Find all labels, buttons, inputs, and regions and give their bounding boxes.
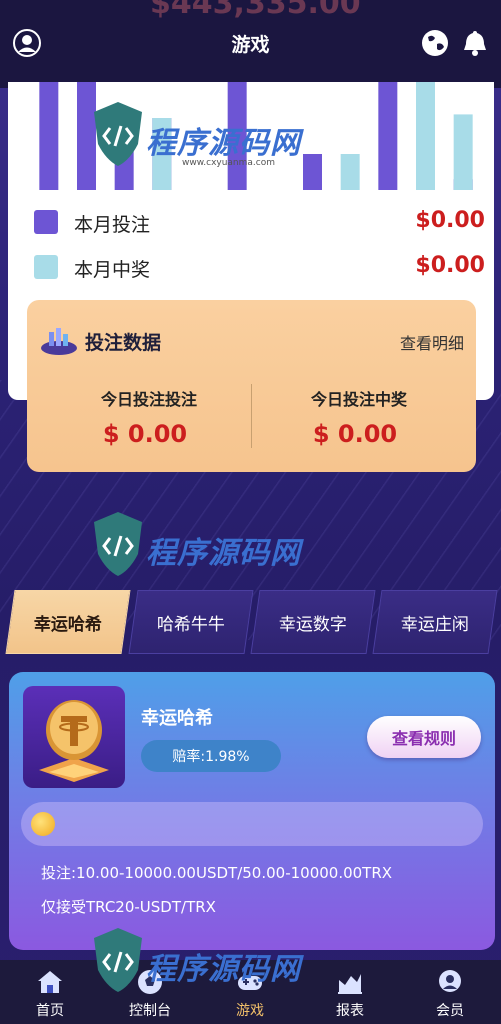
nav-home[interactable]: 首页 xyxy=(0,960,100,1024)
watermark: 程序源码网 xyxy=(90,508,310,598)
legend-row-win: 本月中奖 $0.00 xyxy=(34,253,489,283)
nav-label: 首页 xyxy=(36,1003,64,1019)
chart-bar xyxy=(453,114,473,190)
today-win-label: 今日投注中奖 xyxy=(310,390,407,409)
today-win-value: $ 0.00 xyxy=(312,420,398,448)
bet-data-title: 投注数据 xyxy=(85,332,162,354)
view-rules-button[interactable]: 查看规则 xyxy=(367,716,481,758)
game-card: 幸运哈希 赔率:1.98% 查看规则 投注:10.00-10000.00USDT… xyxy=(9,672,495,950)
tab-lucky-banker[interactable]: 幸运庄闲 xyxy=(372,590,498,654)
legend-label-bet: 本月投注 xyxy=(74,214,151,236)
tab-label: 幸运庄闲 xyxy=(401,614,469,635)
chart-bar xyxy=(378,82,398,190)
watermark-text: 程序源码网 xyxy=(146,126,301,161)
shield-icon xyxy=(94,512,142,576)
watermark-url: www.cxyuanma.com xyxy=(182,158,276,168)
tether-coin-thumbnail xyxy=(23,686,125,788)
view-details-link[interactable]: 查看明细 xyxy=(400,330,464,354)
tab-lucky-hash[interactable]: 幸运哈希 xyxy=(5,590,131,654)
odds-badge: 赔率:1.98% xyxy=(141,740,281,772)
tab-lucky-number[interactable]: 幸运数字 xyxy=(250,590,376,654)
bet-divider xyxy=(251,384,252,448)
nav-label: 报表 xyxy=(336,1003,364,1019)
game-tabs: 幸运哈希 哈希牛牛 幸运数字 幸运庄闲 xyxy=(0,590,501,654)
chart-bar xyxy=(340,154,360,190)
legend-value-win: $0.00 xyxy=(415,253,485,278)
bell-icon[interactable] xyxy=(460,28,490,58)
globe-icon[interactable] xyxy=(420,28,450,58)
legend-value-bet: $0.00 xyxy=(415,208,485,233)
coin-icon xyxy=(31,812,55,836)
nav-reports[interactable]: 报表 xyxy=(300,960,400,1024)
chart-bar xyxy=(39,82,59,190)
app-header: $443,335.00 游戏 xyxy=(0,0,501,88)
shield-icon xyxy=(94,928,142,992)
legend-swatch-bet xyxy=(34,210,58,234)
tab-hash-niuniu[interactable]: 哈希牛牛 xyxy=(128,590,254,654)
bet-data-card: 投注数据 查看明细 今日投注投注 $ 0.00 今日投注中奖 $ 0.00 xyxy=(27,300,476,472)
legend-row-bet: 本月投注 $0.00 xyxy=(34,208,489,238)
bet-stats-icon xyxy=(39,324,79,356)
tab-label: 幸运数字 xyxy=(279,614,347,635)
nav-member[interactable]: 会员 xyxy=(400,960,500,1024)
accepted-currency-text: 仅接受TRC20-USDT/TRX xyxy=(41,898,216,916)
legend-label-win: 本月中奖 xyxy=(74,259,151,281)
legend-swatch-win xyxy=(34,255,58,279)
bet-range-text: 投注:10.00-10000.00USDT/50.00-10000.00TRX xyxy=(41,864,393,882)
watermark: 程序源码网 xyxy=(90,924,310,1014)
nav-label: 会员 xyxy=(436,1003,464,1019)
tab-label: 哈希牛牛 xyxy=(157,614,225,635)
faded-balance: $443,335.00 xyxy=(150,0,361,21)
watermark: 程序源码网 www.cxyuanma.com xyxy=(90,98,310,188)
chart-icon xyxy=(338,974,362,994)
watermark-text: 程序源码网 xyxy=(146,536,301,571)
today-bet-label: 今日投注投注 xyxy=(100,390,197,409)
today-bet-value: $ 0.00 xyxy=(102,420,188,448)
home-icon xyxy=(38,971,62,993)
watermark-text: 程序源码网 xyxy=(146,952,301,987)
member-icon xyxy=(439,970,461,992)
game-name: 幸运哈希 xyxy=(141,708,213,729)
shield-icon xyxy=(94,102,142,166)
chart-bar xyxy=(416,82,435,190)
tab-label: 幸运哈希 xyxy=(34,614,102,635)
progress-bar xyxy=(21,802,483,846)
